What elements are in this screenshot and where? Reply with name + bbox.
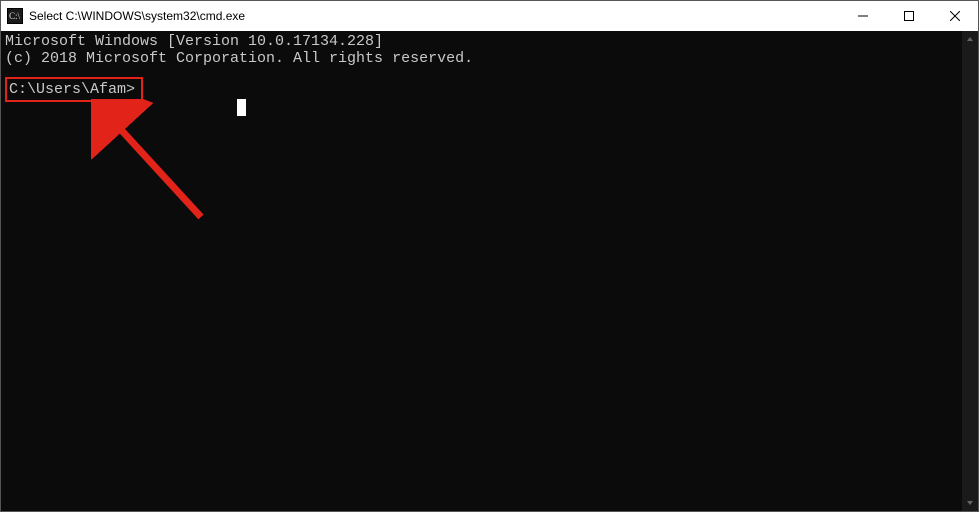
scroll-up-button[interactable] [962, 31, 978, 47]
console-area[interactable]: Microsoft Windows [Version 10.0.17134.22… [1, 31, 978, 511]
console-line-version: Microsoft Windows [Version 10.0.17134.22… [5, 33, 974, 50]
close-button[interactable] [932, 1, 978, 31]
console-line-copyright: (c) 2018 Microsoft Corporation. All righ… [5, 50, 974, 67]
console-prompt: C:\Users\Afam> [9, 81, 135, 98]
text-cursor [237, 99, 246, 116]
prompt-highlight-box: C:\Users\Afam> [5, 77, 143, 102]
titlebar[interactable]: C:\ Select C:\WINDOWS\system32\cmd.exe [1, 1, 978, 31]
window-controls [840, 1, 978, 31]
minimize-button[interactable] [840, 1, 886, 31]
vertical-scrollbar[interactable] [962, 31, 978, 511]
maximize-button[interactable] [886, 1, 932, 31]
cmd-icon: C:\ [7, 8, 23, 24]
svg-text:C:\: C:\ [9, 11, 21, 21]
scroll-down-button[interactable] [962, 495, 978, 511]
annotation-arrow-icon [91, 99, 221, 229]
cmd-window: C:\ Select C:\WINDOWS\system32\cmd.exe M… [0, 0, 979, 512]
window-title: Select C:\WINDOWS\system32\cmd.exe [29, 9, 840, 23]
